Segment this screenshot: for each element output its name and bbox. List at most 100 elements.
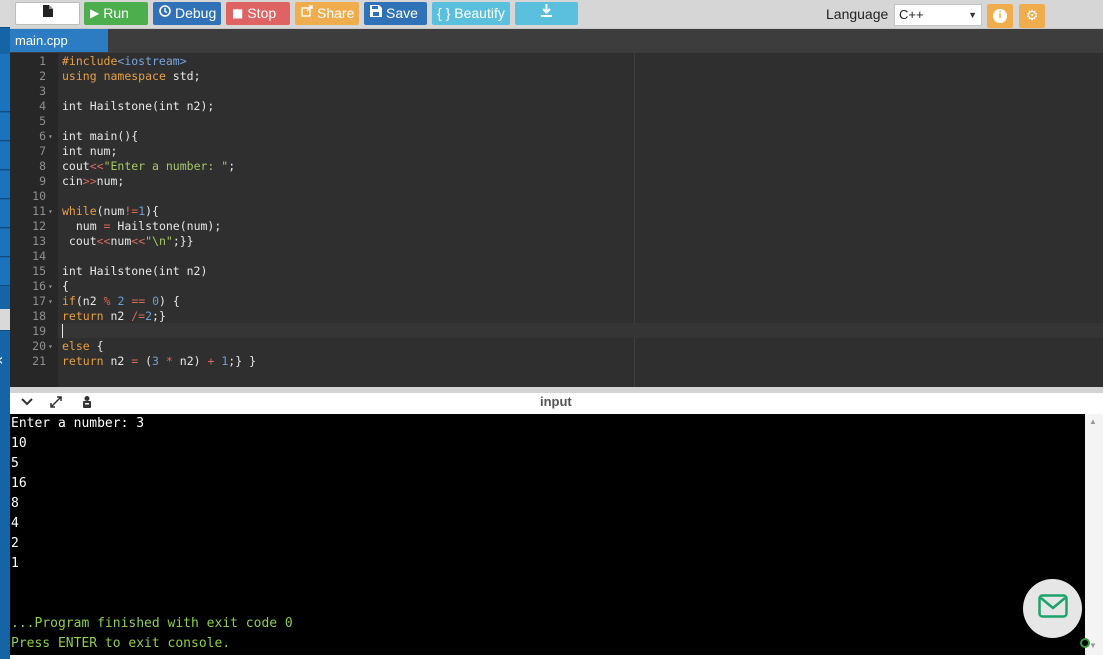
code-line: 3	[10, 84, 1103, 99]
code-line: 12 num = Hailstone(num);	[10, 219, 1103, 234]
download-button[interactable]	[515, 2, 578, 25]
save-button[interactable]: Save	[364, 2, 427, 25]
text-cursor	[62, 324, 63, 338]
fold-toggle-icon[interactable]: ▾	[48, 339, 53, 354]
code-line: 16 ▾ {	[10, 279, 1103, 294]
file-tab-bar: main.cpp	[10, 29, 1103, 53]
console-line: 10	[11, 436, 27, 451]
code-text: int Hailstone(int n2)	[62, 264, 208, 278]
file-icon	[42, 2, 53, 25]
code-text: int main(){	[62, 129, 139, 143]
fold-toggle-icon[interactable]: ▾	[48, 129, 53, 144]
console-line: 5	[11, 456, 19, 471]
code-text: cin>>num;	[62, 174, 125, 188]
code-text: int num;	[62, 144, 118, 158]
code-text: #include<iostream>	[62, 54, 187, 68]
debug-label: Debug	[175, 5, 217, 21]
code-text: else {	[62, 339, 104, 353]
language-value: C++	[899, 7, 924, 22]
console-line: 1	[11, 556, 19, 571]
code-line: 1 #include<iostream>	[10, 54, 1103, 69]
stop-label: Stop	[247, 5, 277, 21]
save-icon	[370, 2, 382, 25]
gear-icon: ⚙	[1025, 8, 1039, 24]
code-text: while(num!=1){	[62, 204, 159, 218]
new-file-button[interactable]	[15, 2, 80, 25]
code-line: 20 ▾ else {	[10, 339, 1103, 354]
fold-toggle-icon[interactable]: ▾	[48, 279, 53, 294]
online-gdb-window: ‹ ▶ Run Debug ■ Stop Share	[0, 0, 1103, 659]
chevron-left-icon[interactable]: ‹	[0, 350, 3, 369]
status-indicator	[1080, 638, 1090, 648]
fold-toggle-icon[interactable]: ▾	[48, 294, 53, 309]
expand-icon[interactable]	[49, 395, 63, 413]
run-button[interactable]: ▶ Run	[84, 2, 148, 25]
mail-icon	[1037, 594, 1068, 623]
line-number: 16	[32, 279, 46, 293]
code-text: return n2 = (3 * n2) + 1;} }	[62, 354, 256, 368]
code-text: num = Hailstone(num);	[62, 219, 222, 233]
stop-button[interactable]: ■ Stop	[226, 2, 290, 25]
code-editor[interactable]: 1 #include<iostream> 2 using namespace std;…	[10, 53, 1103, 387]
debug-button[interactable]: Debug	[153, 2, 221, 25]
code-text: if(n2 % 2 == 0) {	[62, 294, 180, 308]
tab-label: main.cpp	[15, 33, 68, 48]
line-number: 4	[39, 99, 46, 113]
code-line: 14	[10, 249, 1103, 264]
code-text: using namespace std;	[62, 69, 201, 83]
chevron-down-icon[interactable]	[20, 395, 34, 413]
share-icon	[301, 2, 313, 25]
line-number: 1	[39, 54, 46, 68]
console-scrollbar[interactable]: ▲ ▼	[1085, 414, 1103, 655]
fold-toggle-icon[interactable]: ▾	[48, 204, 53, 219]
beautify-button[interactable]: { } Beautify	[432, 2, 510, 25]
code-line: 8 cout<<"Enter a number: ";	[10, 159, 1103, 174]
info-button[interactable]: i	[987, 4, 1013, 28]
exit-code-message: ...Program finished with exit code 0	[11, 616, 293, 631]
toolbar: ▶ Run Debug ■ Stop Share Save { } Beauti…	[10, 0, 1103, 29]
code-text: int Hailstone(int n2);	[62, 99, 215, 113]
code-line: 15 int Hailstone(int n2)	[10, 264, 1103, 279]
stop-icon: ■	[232, 6, 244, 20]
save-label: Save	[386, 5, 418, 21]
code-line: 19	[10, 324, 1103, 339]
console-line: 2	[11, 536, 19, 551]
language-select[interactable]: C++ ▼	[894, 4, 982, 26]
line-number: 15	[32, 264, 46, 278]
line-number: 6	[39, 129, 46, 143]
share-button[interactable]: Share	[295, 2, 359, 25]
line-number: 9	[39, 174, 46, 188]
line-number: 21	[32, 354, 46, 368]
line-number: 19	[32, 324, 46, 338]
run-label: Run	[103, 5, 129, 21]
line-number: 12	[32, 219, 46, 233]
line-number: 13	[32, 234, 46, 248]
info-icon: i	[993, 9, 1007, 23]
code-line: 5	[10, 114, 1103, 129]
console-header: input	[10, 393, 1103, 414]
settings-button[interactable]: ⚙	[1019, 4, 1045, 28]
console-line: 4	[11, 516, 19, 531]
tab-main-cpp[interactable]: main.cpp	[10, 29, 108, 52]
scroll-down-icon[interactable]: ▼	[1089, 641, 1097, 650]
line-number: 20	[32, 339, 46, 353]
play-icon: ▶	[90, 6, 100, 20]
language-label: Language	[826, 6, 889, 22]
code-line: 11 ▾ while(num!=1){	[10, 204, 1103, 219]
line-number: 17	[32, 294, 46, 308]
console-line: 16	[11, 476, 27, 491]
console-line: 8	[11, 496, 19, 511]
scroll-up-icon[interactable]: ▲	[1089, 417, 1097, 426]
code-line: 10	[10, 189, 1103, 204]
dropdown-caret-icon: ▼	[968, 10, 977, 20]
clear-console-icon[interactable]	[80, 395, 94, 413]
code-line: 7 int num;	[10, 144, 1103, 159]
contact-mail-button[interactable]	[1023, 579, 1082, 638]
beautify-label: { } Beautify	[437, 5, 505, 21]
line-number: 5	[39, 114, 46, 128]
code-line: 4 int Hailstone(int n2);	[10, 99, 1103, 114]
code-line: 6 ▾ int main(){	[10, 129, 1103, 144]
line-number: 2	[39, 69, 46, 83]
code-line: 18 return n2 /=2;}	[10, 309, 1103, 324]
console-output[interactable]: ...Program finished with exit code 0 Pre…	[10, 414, 1085, 655]
